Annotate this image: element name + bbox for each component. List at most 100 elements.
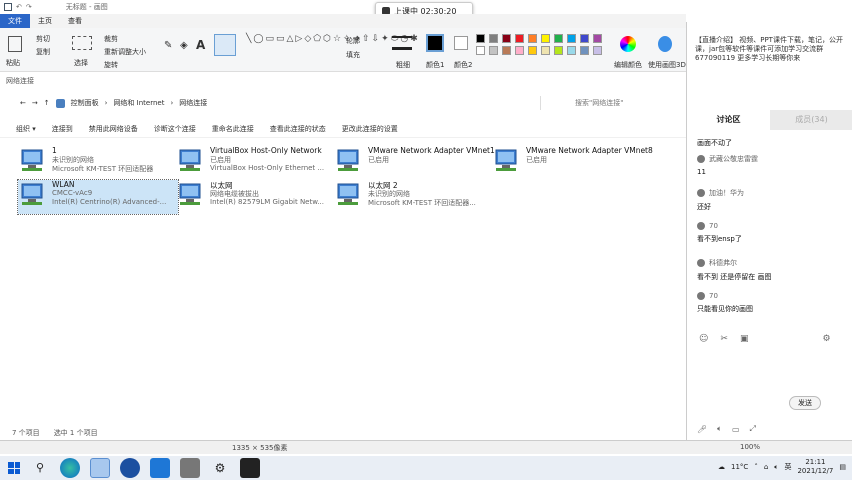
palette-swatch[interactable]: [489, 34, 498, 43]
forward-icon[interactable]: →: [32, 99, 38, 107]
resize-button[interactable]: 重新调整大小: [104, 47, 146, 57]
palette-swatch[interactable]: [593, 34, 602, 43]
settings-icon[interactable]: ⚙: [822, 334, 830, 344]
network-tray-icon[interactable]: ⌂: [764, 463, 768, 471]
palette-swatch[interactable]: [567, 34, 576, 43]
edge-icon[interactable]: [60, 458, 80, 478]
back-icon[interactable]: ←: [20, 99, 26, 107]
color2-swatch[interactable]: [454, 36, 468, 50]
paint3d-icon[interactable]: [658, 36, 672, 52]
edit-colors-button[interactable]: 编辑颜色: [614, 60, 642, 70]
palette-swatch[interactable]: [593, 46, 602, 55]
size-button[interactable]: 粗细: [396, 60, 410, 70]
paint-app-icon[interactable]: [90, 458, 110, 478]
adapter-item[interactable]: 以太网 2 未识别的网络 Microsoft KM-TEST 环回适配器...: [334, 180, 494, 214]
start-icon[interactable]: [8, 462, 20, 474]
breadcrumb-connections[interactable]: 网络连接: [179, 98, 207, 108]
avatar: [697, 292, 705, 300]
view-status-button[interactable]: 查看此连接的状态: [270, 124, 326, 134]
paint3d-button[interactable]: 使用画图3D编辑: [648, 60, 686, 70]
palette-swatch[interactable]: [515, 34, 524, 43]
fill-button[interactable]: 填充: [346, 50, 360, 60]
palette-swatch[interactable]: [567, 46, 576, 55]
paste-icon[interactable]: [8, 36, 22, 52]
adapter-item[interactable]: VirtualBox Host-Only Network 已启用 VirtualBo…: [176, 146, 336, 180]
outline-button[interactable]: 轮廓: [346, 36, 360, 46]
adapter-item[interactable]: 以太网 网络电缆被拔出 Intel(R) 82579LM Gigabit Netw.…: [176, 180, 336, 214]
palette-swatch[interactable]: [502, 46, 511, 55]
vmware-icon[interactable]: [180, 458, 200, 478]
tab-home[interactable]: 主页: [30, 14, 60, 28]
terminal-icon[interactable]: [240, 458, 260, 478]
redo-icon[interactable]: ↷: [26, 3, 32, 11]
up-icon[interactable]: ↑: [44, 99, 50, 107]
ime-indicator[interactable]: 英: [784, 462, 791, 472]
change-settings-button[interactable]: 更改此连接的设置: [342, 124, 398, 134]
palette-swatch[interactable]: [515, 46, 524, 55]
connect-button[interactable]: 连接到: [52, 124, 73, 134]
edit-colors-icon[interactable]: [620, 36, 636, 52]
tab-view[interactable]: 查看: [60, 14, 90, 28]
crop-button[interactable]: 裁剪: [104, 34, 118, 44]
expand-icon[interactable]: ⤢: [750, 424, 756, 434]
settings-app-icon[interactable]: ⚙: [210, 458, 230, 478]
tab-members[interactable]: 成员(34): [770, 110, 852, 130]
size-icon[interactable]: [392, 36, 412, 50]
search-icon[interactable]: ⚲: [30, 458, 50, 478]
adapter-item[interactable]: 1 未识别的网络 Microsoft KM-TEST 环回适配器: [18, 146, 178, 180]
adapter-item[interactable]: VMware Network Adapter VMnet8 已启用: [492, 146, 653, 180]
brush-icon[interactable]: [214, 34, 236, 56]
scissors-icon[interactable]: ✂: [720, 334, 728, 344]
emoji-icon[interactable]: ☺: [699, 334, 708, 344]
clock[interactable]: 21:11 2021/12/7: [797, 458, 833, 476]
app-icon[interactable]: [120, 458, 140, 478]
cut-button[interactable]: 剪切: [36, 34, 50, 44]
notification-icon[interactable]: ▤: [839, 463, 846, 471]
palette-swatch[interactable]: [502, 34, 511, 43]
whiteboard-icon[interactable]: ▭: [732, 425, 740, 434]
volume-icon[interactable]: 🔈︎: [774, 463, 778, 472]
image-icon[interactable]: ▣: [740, 334, 749, 344]
adapter-name: VMware Network Adapter VMnet8: [526, 146, 653, 155]
palette-swatch[interactable]: [528, 34, 537, 43]
undo-icon[interactable]: ↶: [16, 3, 22, 11]
tab-discussion[interactable]: 讨论区: [687, 110, 770, 130]
adapter-item[interactable]: VMware Network Adapter VMnet1 已启用: [334, 146, 495, 180]
select-icon[interactable]: [72, 36, 92, 50]
tab-file[interactable]: 文件: [0, 14, 30, 28]
send-button[interactable]: 发送: [789, 396, 821, 410]
speaker-icon[interactable]: 🔈︎: [717, 424, 722, 434]
tray-arrow-icon[interactable]: ˄: [754, 463, 758, 471]
palette-swatch[interactable]: [476, 46, 485, 55]
select-button[interactable]: 选择: [74, 58, 88, 68]
paste-button[interactable]: 粘贴: [6, 58, 20, 68]
breadcrumb-network[interactable]: 网络和 Internet: [113, 98, 164, 108]
palette-swatch[interactable]: [476, 34, 485, 43]
palette-swatch[interactable]: [554, 46, 563, 55]
diagnose-button[interactable]: 诊断这个连接: [154, 124, 196, 134]
chat-message: 加油！华为 还好: [697, 188, 744, 212]
rotate-button[interactable]: 旋转: [104, 60, 118, 70]
shapes-gallery[interactable]: ╲◯▭▭△▷◇⬠⬡☆✧➜⇧⇩✦⬭◔✱: [246, 34, 418, 44]
copy-button[interactable]: 复制: [36, 47, 50, 57]
disable-device-button[interactable]: 禁用此网络设备: [89, 124, 138, 134]
palette-swatch[interactable]: [580, 46, 589, 55]
palette-swatch[interactable]: [528, 46, 537, 55]
palette-swatch[interactable]: [541, 46, 550, 55]
save-icon[interactable]: [4, 3, 12, 11]
pencil-icon[interactable]: ✎: [164, 40, 172, 51]
palette-swatch[interactable]: [541, 34, 550, 43]
fill-bucket-icon[interactable]: ◈: [180, 40, 188, 51]
media-icon[interactable]: [150, 458, 170, 478]
palette-swatch[interactable]: [580, 34, 589, 43]
search-input[interactable]: 搜索"网络连接": [540, 96, 680, 110]
palette-swatch[interactable]: [554, 34, 563, 43]
rename-button[interactable]: 重命名此连接: [212, 124, 254, 134]
color1-swatch[interactable]: [426, 34, 444, 52]
adapter-item[interactable]: WLAN CMCC-vAc9 Intel(R) Centrino(R) Advanc…: [17, 179, 179, 215]
palette-swatch[interactable]: [489, 46, 498, 55]
mic-icon[interactable]: 🎤︎: [697, 425, 707, 434]
text-icon[interactable]: A: [196, 38, 205, 52]
breadcrumb-control-panel[interactable]: 控制面板: [71, 98, 99, 108]
organize-button[interactable]: 组织 ▾: [16, 124, 36, 134]
